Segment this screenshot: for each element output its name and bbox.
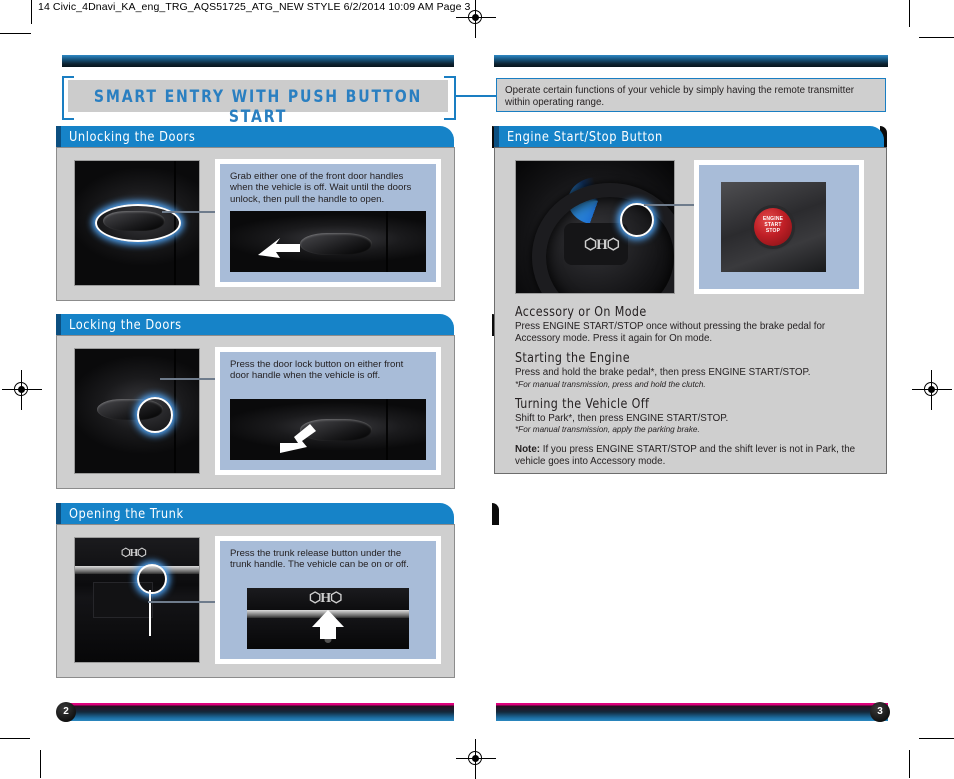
section-tab-unlocking: Unlocking the Doors (56, 126, 454, 148)
section-tab-engine: Engine Start/Stop Button (494, 126, 884, 148)
photo-door-lock-detail (230, 399, 426, 460)
instruction-block-accessory: Accessory or On Mode Press ENGINE START/… (515, 305, 867, 344)
highlight-ring-door-handle (95, 204, 181, 242)
engine-note: Note: If you press ENGINE START/STOP and… (515, 444, 867, 467)
tab-accent-stripe (494, 126, 499, 148)
registration-mark-bottom (456, 739, 496, 779)
highlight-ring-trunk-button (137, 564, 167, 594)
page-number-right: 3 (870, 702, 890, 722)
footnote-starting: *For manual transmission, press and hold… (515, 379, 706, 389)
photo-trunk-detail: ⬡H⬡ (247, 588, 409, 649)
section-heading-unlocking: Unlocking the Doors (69, 129, 196, 145)
engine-note-text: If you press ENGINE START/STOP and the s… (515, 444, 856, 467)
honda-emblem: ⬡H⬡ (584, 237, 620, 253)
intro-note-text: Operate certain functions of your vehicl… (505, 85, 855, 108)
crop-mark-top-right-horizontal (919, 37, 954, 38)
engine-note-label: Note: (515, 444, 541, 456)
section-tab-locking: Locking the Doors (56, 314, 454, 336)
crop-mark-bottom-left-horizontal (0, 738, 30, 739)
section-heading-locking: Locking the Doors (69, 317, 182, 333)
instruction-block-turning-off: Turning the Vehicle Off Shift to Park*, … (515, 397, 867, 436)
crop-mark-bottom-right-vertical (909, 750, 910, 778)
photo-door-handle-detail (230, 211, 426, 272)
page-title: SMART ENTRY WITH PUSH BUTTON START (93, 87, 423, 127)
page-title-box: SMART ENTRY WITH PUSH BUTTON START (68, 80, 448, 127)
photo-engine-start-button: ENGINE START STOP (721, 182, 826, 272)
right-title-rule (494, 55, 888, 67)
caption-box-engine-button: ENGINE START STOP (694, 160, 864, 294)
left-title-rule (62, 55, 454, 67)
caption-box-trunk: Press the trunk release button under the… (215, 536, 441, 664)
white-arrow-icon (280, 424, 316, 453)
caption-text-trunk: Press the trunk release button under the… (230, 548, 409, 571)
photo-door-lock-wide (74, 348, 200, 474)
tab-accent-stripe (56, 314, 61, 336)
intro-note-box: Operate certain functions of your vehicl… (496, 78, 886, 112)
photo-door-handle-wide (74, 160, 200, 286)
engine-start-stop-button[interactable]: ENGINE START STOP (754, 208, 792, 246)
photo-trunk-wide: ⬡H⬡ (74, 537, 200, 663)
white-arrow-icon (312, 610, 344, 639)
page-number-left: 2 (56, 702, 76, 722)
footer-rail-left (62, 703, 454, 721)
subhead-starting: Starting the Engine (515, 351, 630, 367)
photo-steering-wheel: ⬡H⬡ (515, 160, 675, 294)
section-locking-the-doors: Locking the Doors Press the door lock bu… (56, 314, 499, 489)
registration-mark-left (2, 370, 42, 410)
crop-mark-top-left-horizontal (0, 33, 31, 34)
body-accessory: Press ENGINE START/STOP once without pre… (515, 321, 826, 344)
caption-text-unlocking: Grab either one of the front door handle… (230, 171, 412, 205)
crop-mark-top-right-vertical (909, 0, 910, 27)
title-connector-line (454, 95, 496, 97)
crop-mark-bottom-left-vertical (40, 750, 41, 778)
highlight-ring-lock-button (137, 397, 173, 433)
instruction-block-starting: Starting the Engine Press and hold the b… (515, 351, 867, 390)
section-opening-the-trunk: Opening the Trunk ⬡H⬡ Press the trunk re… (56, 503, 499, 678)
engine-instructions: Accessory or On Mode Press ENGINE START/… (515, 305, 867, 468)
white-arrow-icon (258, 238, 300, 258)
subhead-accessory: Accessory or On Mode (515, 305, 647, 320)
body-starting: Press and hold the brake pedal*, then pr… (515, 367, 811, 379)
caption-text-locking: Press the door lock button on either fro… (230, 359, 404, 382)
honda-emblem: ⬡H⬡ (121, 547, 147, 559)
caption-box-locking: Press the door lock button on either fro… (215, 347, 441, 475)
section-heading-engine: Engine Start/Stop Button (507, 129, 663, 145)
section-unlocking-the-doors: Unlocking the Doors Grab either one of t… (56, 126, 499, 301)
registration-mark-right (912, 370, 952, 410)
crop-mark-bottom-right-horizontal (919, 738, 954, 739)
engine-button-label-line3: STOP (765, 228, 781, 234)
caption-box-unlocking: Grab either one of the front door handle… (215, 159, 441, 287)
section-tab-trunk: Opening the Trunk (56, 503, 454, 525)
slug-text: 14 Civic_4Dnavi_KA_eng_TRG_AQS51725_ATG_… (38, 1, 471, 13)
tab-accent-stripe (56, 126, 61, 148)
title-bracket-right (444, 76, 456, 120)
tab-accent-stripe (56, 503, 61, 525)
section-engine-start-stop: Engine Start/Stop Button ⬡H⬡ ENGINE STAR… (494, 126, 890, 474)
highlight-ring-start-button (620, 203, 654, 237)
title-bracket-left (62, 76, 74, 120)
section-heading-trunk: Opening the Trunk (69, 506, 184, 522)
footer-rail-right (496, 703, 888, 721)
footnote-turning-off: *For manual transmission, apply the park… (515, 425, 700, 435)
body-turning-off: Shift to Park*, then press ENGINE START/… (515, 412, 729, 424)
subhead-turning-off: Turning the Vehicle Off (515, 396, 650, 412)
slug-rule (31, 0, 32, 24)
honda-emblem: ⬡H⬡ (309, 591, 342, 606)
